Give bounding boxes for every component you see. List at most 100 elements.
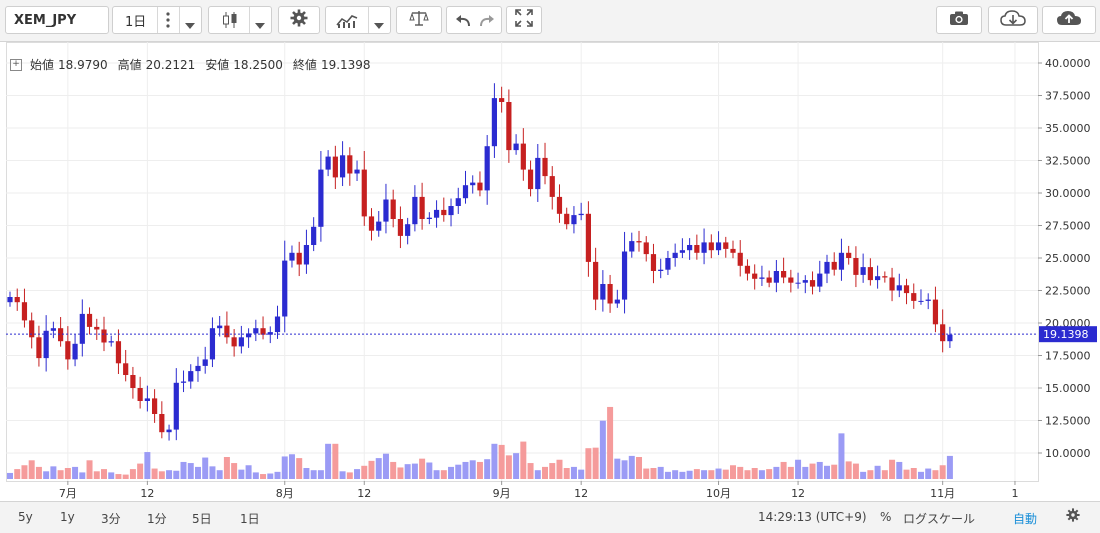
volume-bar [173,470,180,479]
candle-body [809,280,816,287]
log-scale-toggle[interactable]: ログスケール [903,510,975,527]
volume-bar [202,457,209,479]
volume-bar [556,459,563,479]
volume-bar [238,469,245,479]
candlestick-chart[interactable]: 40.0000 37.5000 35.0000 32.5000 30.0000 27.50… [6,42,1100,502]
redo-icon[interactable] [479,13,495,31]
volume-bar [621,460,628,479]
x-tick-label: 8月 [276,487,294,500]
range-1d[interactable]: 1日 [240,510,260,527]
candle-body [448,206,454,216]
interval-label: 1日 [125,14,147,30]
volume-bar [267,473,274,479]
volume-bar [643,468,650,479]
volume-bar [382,453,389,479]
gear-icon[interactable] [1066,508,1080,525]
low-value: 18.2500 [233,57,283,72]
volume-bar [664,471,671,479]
candle-body [932,299,939,325]
volume-bar [462,461,469,479]
volume-bar [317,470,324,479]
range-5d[interactable]: 5日 [192,510,212,527]
volume-bar [860,471,867,479]
candle-body [903,285,910,294]
range-5y[interactable]: 5y [18,510,33,524]
x-tick-label: 1 [1011,487,1018,500]
volume-bar [802,466,809,479]
save-chart-button[interactable] [1042,6,1096,34]
volume-bar [751,468,758,479]
fullscreen-button[interactable] [506,6,542,34]
volume-bar [115,474,122,479]
dropdown-icon[interactable] [255,18,265,33]
indicators-button[interactable] [325,6,391,34]
candle-body [390,199,396,219]
volume-bar [35,466,42,479]
volume-bar [100,469,107,479]
volume-bar [433,470,440,479]
low-label: 安値 [205,58,230,72]
clock-display[interactable]: 14:29:13 (UTC+9) [758,510,867,524]
candle-body [274,316,281,333]
dropdown-icon[interactable] [374,18,384,33]
candle-body [665,258,671,270]
range-1y[interactable]: 1y [60,510,75,524]
chart-type-selector[interactable] [208,6,272,34]
settings-button[interactable] [278,6,320,34]
volume-bar [260,474,267,479]
y-tick-label: 25.0000 [1045,252,1091,265]
volume-bar [527,463,534,479]
candle-body [781,271,787,278]
candle-body [282,260,288,317]
candle-body [166,429,172,433]
range-1min[interactable]: 1分 [147,510,167,527]
candle-body [152,398,158,414]
volume-bar [86,460,93,479]
candle-body [58,328,64,342]
candlestick-icon [221,11,239,33]
load-chart-button[interactable] [988,6,1038,34]
x-tick-label: 7月 [59,487,77,500]
volume-bar [903,469,910,479]
volume-bar [513,453,520,479]
volume-bar [14,469,21,479]
volume-bar [874,465,881,479]
volume-bar [650,468,657,479]
candle-body [21,302,28,321]
candle-body [896,285,902,291]
volume-bar [520,441,527,479]
x-tick-label: 11月 [930,487,955,500]
candle-body [368,216,375,231]
candle-body [564,213,570,225]
percent-toggle[interactable]: % [880,510,891,524]
volume-bar [744,470,751,479]
candle-body [788,277,794,283]
volume-bar [585,448,592,479]
candle-body [426,217,432,219]
candle-body [491,98,498,147]
camera-icon [949,10,969,30]
undo-icon[interactable] [455,13,471,31]
candle-body [383,199,389,222]
interval-selector[interactable]: 1日 [112,6,202,34]
more-vertical-icon[interactable] [165,11,171,33]
compare-button[interactable] [396,6,442,34]
open-value: 18.9790 [58,57,108,72]
volume-bar [766,469,773,479]
candle-body [650,254,657,271]
candle-body [838,252,845,270]
expand-legend-icon[interactable]: + [10,58,22,71]
symbol-search-input[interactable]: XEM_JPY [5,6,109,34]
chart-area[interactable]: 40.0000 37.5000 35.0000 32.5000 30.0000 27.50… [6,42,1100,502]
volume-bar [614,458,621,479]
range-3min[interactable]: 3分 [101,510,121,527]
dropdown-icon[interactable] [185,18,195,33]
indicators-icon [336,12,358,32]
x-tick-label: 9月 [493,487,511,500]
screenshot-button[interactable] [936,6,982,34]
candle-body [593,261,599,300]
auto-scale-toggle[interactable]: 自動 [1013,510,1037,527]
candle-body [29,320,35,338]
x-tick-label: 10月 [706,487,731,500]
volume-bar [831,464,838,479]
